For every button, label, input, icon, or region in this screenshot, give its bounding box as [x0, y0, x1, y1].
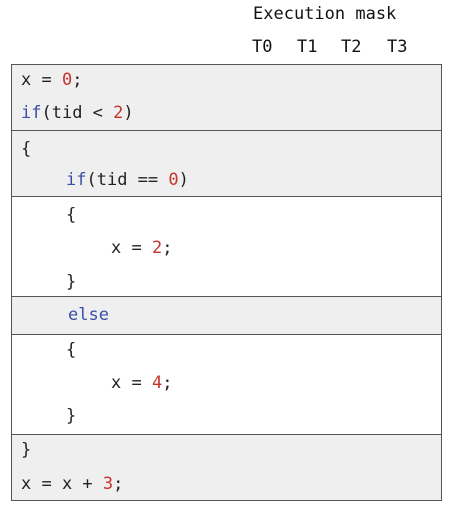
thread-label-t2: T2	[341, 37, 362, 57]
code-line-assign-four: x = 4;	[111, 373, 173, 393]
code-line-outer-if: if(tid < 2)	[21, 103, 134, 123]
code-line-close-brace-outer: }	[21, 440, 32, 460]
code-line-add-three: x = x + 3;	[21, 474, 124, 494]
code-line-assign-two: x = 2;	[111, 238, 173, 258]
thread-label-t3: T3	[387, 37, 408, 57]
code-line-close-brace-then: }	[66, 272, 77, 292]
code-line-else: else	[68, 305, 109, 325]
execution-mask-title: Execution mask	[253, 4, 397, 24]
thread-label-t1: T1	[297, 37, 318, 57]
code-line-open-brace-outer: {	[21, 139, 32, 159]
code-line-open-brace-else: {	[66, 340, 77, 360]
code-line-open-brace-then: {	[66, 205, 77, 225]
code-line-assign-zero: x = 0;	[21, 70, 83, 90]
code-line-close-brace-else: }	[66, 406, 77, 426]
code-line-inner-if: if(tid == 0)	[66, 170, 189, 190]
thread-label-t0: T0	[252, 37, 273, 57]
